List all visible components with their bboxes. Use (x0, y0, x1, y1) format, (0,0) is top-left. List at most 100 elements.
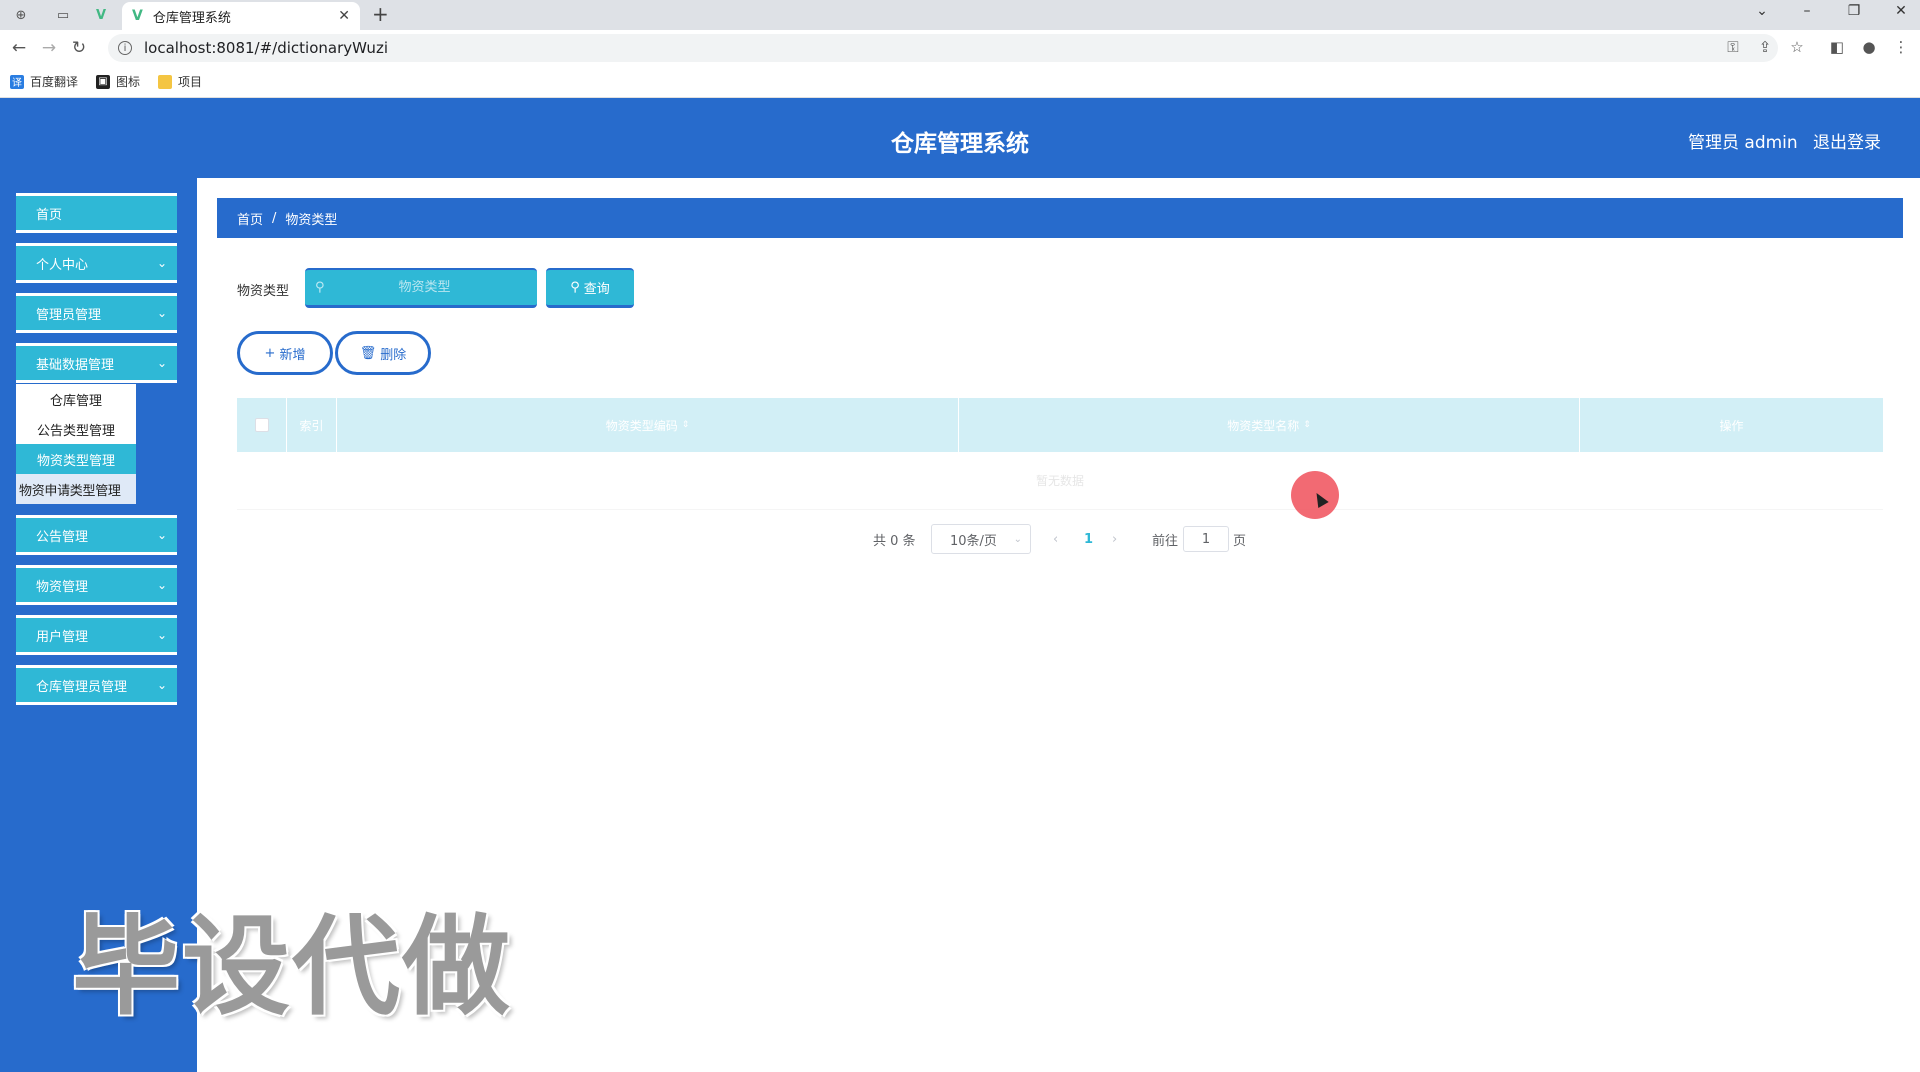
sidebar-item-notices[interactable]: 公告管理 ⌄ (16, 515, 177, 555)
submenu-item-material-types[interactable]: 物资类型管理 (16, 444, 136, 474)
page-size-select[interactable]: 10条/页 ⌄ (931, 524, 1031, 554)
plus-icon: + (264, 345, 276, 361)
tab-title: 仓库管理系统 (152, 10, 231, 26)
delete-button[interactable]: 🗑 删除 (335, 331, 431, 375)
query-button[interactable]: ⚲ 查询 (546, 268, 634, 308)
bookmark-label: 图标 (116, 75, 141, 89)
add-button[interactable]: + 新增 (237, 331, 333, 375)
add-button-label: 新增 (279, 347, 306, 363)
profile-icon[interactable]: ● (1857, 38, 1881, 56)
sidebar-item-warehouse-admins[interactable]: 仓库管理员管理 ⌄ (16, 665, 177, 705)
column-header: 索引 (287, 398, 337, 452)
sidebar-item-label: 用户管理 (36, 629, 89, 645)
share-icon[interactable]: ⇪ (1753, 38, 1777, 56)
sidebar-item-home[interactable]: 首页 (16, 193, 177, 233)
close-icon[interactable]: ✕ (338, 8, 350, 24)
side-panel-icon[interactable]: ◧ (1825, 38, 1849, 56)
new-tab-icon[interactable]: + (372, 2, 389, 26)
window-close-icon[interactable]: ✕ (1887, 3, 1915, 19)
chevron-down-icon: ⌄ (156, 678, 167, 692)
pagination-total: 共 0 条 (873, 533, 916, 549)
breadcrumb-home[interactable]: 首页 (237, 209, 263, 228)
menu-dots-icon[interactable]: ⋮ (1889, 38, 1913, 56)
logout-link[interactable]: 退出登录 (1813, 128, 1881, 153)
vue-tab-icon[interactable]: V (86, 4, 116, 26)
empty-text: 暂无数据 (1035, 474, 1084, 488)
sidebar-item-basic-data[interactable]: 基础数据管理 ⌄ (16, 343, 177, 383)
sidebar-item-users[interactable]: 用户管理 ⌄ (16, 615, 177, 655)
chevron-down-icon: ⌄ (156, 256, 167, 270)
back-icon[interactable]: ← (4, 38, 34, 58)
blank-tab-icon[interactable]: ▭ (48, 4, 78, 26)
chevron-down-icon: ⌄ (156, 528, 167, 542)
url-field[interactable]: i localhost:8081/#/dictionaryWuzi (108, 34, 1778, 62)
data-table: 索引 物资类型编码 ⇕ 物资类型名称 ⇕ 操作 暂无数据 (237, 398, 1883, 510)
search-field[interactable]: ⚲ (305, 268, 537, 308)
search-label: 物资类型 (237, 284, 290, 299)
address-bar: ← → ↻ i localhost:8081/#/dictionaryWuzi … (0, 30, 1920, 66)
restore-icon[interactable]: ❐ (1840, 3, 1868, 19)
select-all-cell (237, 398, 287, 452)
submenu-item-request-types[interactable]: 物资申请类型管理 (16, 474, 136, 504)
star-icon[interactable]: ☆ (1785, 38, 1809, 56)
sidebar-item-profile[interactable]: 个人中心 ⌄ (16, 243, 177, 283)
bookmark-item[interactable]: ▣ 图标 (96, 73, 140, 90)
app-title: 仓库管理系统 (891, 131, 1029, 157)
sidebar-item-label: 物资管理 (36, 579, 89, 595)
query-button-label: 查询 (583, 282, 610, 297)
sidebar-item-label: 公告管理 (36, 529, 89, 545)
folder-icon (158, 74, 173, 89)
globe-icon[interactable]: ⊕ (6, 4, 36, 26)
bookmark-label: 项目 (178, 75, 203, 89)
goto-label: 前往 (1152, 533, 1179, 549)
chevron-down-icon[interactable]: ⌄ (1748, 3, 1776, 19)
bookmark-label: 百度翻译 (30, 75, 79, 89)
column-header-label: 物资类型编码 (605, 418, 678, 433)
bookmark-item[interactable]: 译 百度翻译 (10, 73, 78, 90)
basic-data-submenu: 仓库管理 公告类型管理 物资类型管理 物资申请类型管理 (16, 384, 136, 504)
bookmarks-bar: 译 百度翻译 ▣ 图标 项目 (0, 66, 1920, 98)
url-text: localhost:8081/#/dictionaryWuzi (144, 39, 388, 57)
chevron-down-icon: ⌄ (156, 356, 167, 370)
sort-icon[interactable]: ⇕ (1303, 420, 1311, 430)
prev-page-icon[interactable]: ‹ (1053, 524, 1058, 554)
breadcrumb-separator: / (272, 210, 277, 226)
key-icon[interactable]: ⚿ (1721, 38, 1745, 56)
browser-tabstrip: ⊕ ▭ V V 仓库管理系统 ✕ + ⌄ – ❐ ✕ (0, 0, 1920, 30)
forward-icon[interactable]: → (34, 38, 64, 58)
next-page-icon[interactable]: › (1112, 524, 1117, 554)
column-header-sortable[interactable]: 物资类型名称 ⇕ (959, 398, 1580, 452)
select-all-checkbox[interactable] (254, 418, 269, 432)
trash-icon: 🗑 (359, 345, 377, 361)
vue-logo-icon: V (132, 8, 143, 24)
app-header: 仓库管理系统 管理员 admin 退出登录 (0, 98, 1920, 178)
page-number-current[interactable]: 1 (1084, 524, 1093, 554)
chevron-down-icon: ⌄ (1013, 533, 1022, 545)
chevron-down-icon: ⌄ (156, 628, 167, 642)
reload-icon[interactable]: ↻ (64, 38, 94, 58)
sidebar-item-label: 个人中心 (36, 257, 89, 273)
minimize-icon[interactable]: – (1793, 3, 1821, 19)
image-icon: ▣ (96, 74, 111, 89)
sidebar-item-label: 基础数据管理 (36, 357, 115, 373)
table-header: 索引 物资类型编码 ⇕ 物资类型名称 ⇕ 操作 (237, 398, 1883, 452)
goto-page-input[interactable]: 1 (1183, 526, 1229, 552)
column-header-label: 物资类型名称 (1227, 418, 1300, 433)
sidebar-item-materials[interactable]: 物资管理 ⌄ (16, 565, 177, 605)
active-tab[interactable]: V 仓库管理系统 ✕ (122, 2, 360, 30)
column-header-sortable[interactable]: 物资类型编码 ⇕ (337, 398, 959, 452)
sidebar-item-label: 首页 (36, 207, 63, 223)
search-icon: ⚲ (315, 280, 325, 295)
page-size-value: 10条/页 (950, 533, 997, 549)
search-input[interactable] (324, 280, 525, 295)
breadcrumb: 首页 / 物资类型 (217, 198, 1903, 238)
user-label: 管理员 admin (1688, 133, 1798, 153)
info-icon[interactable]: i (118, 41, 132, 55)
sort-icon[interactable]: ⇕ (682, 420, 690, 430)
bookmark-item[interactable]: 项目 (158, 73, 202, 90)
submenu-item-notice-types[interactable]: 公告类型管理 (16, 414, 136, 444)
sidebar-item-admins[interactable]: 管理员管理 ⌄ (16, 293, 177, 333)
sidebar-item-label: 管理员管理 (36, 307, 102, 323)
chevron-down-icon: ⌄ (156, 578, 167, 592)
submenu-item-warehouse[interactable]: 仓库管理 (16, 384, 136, 414)
